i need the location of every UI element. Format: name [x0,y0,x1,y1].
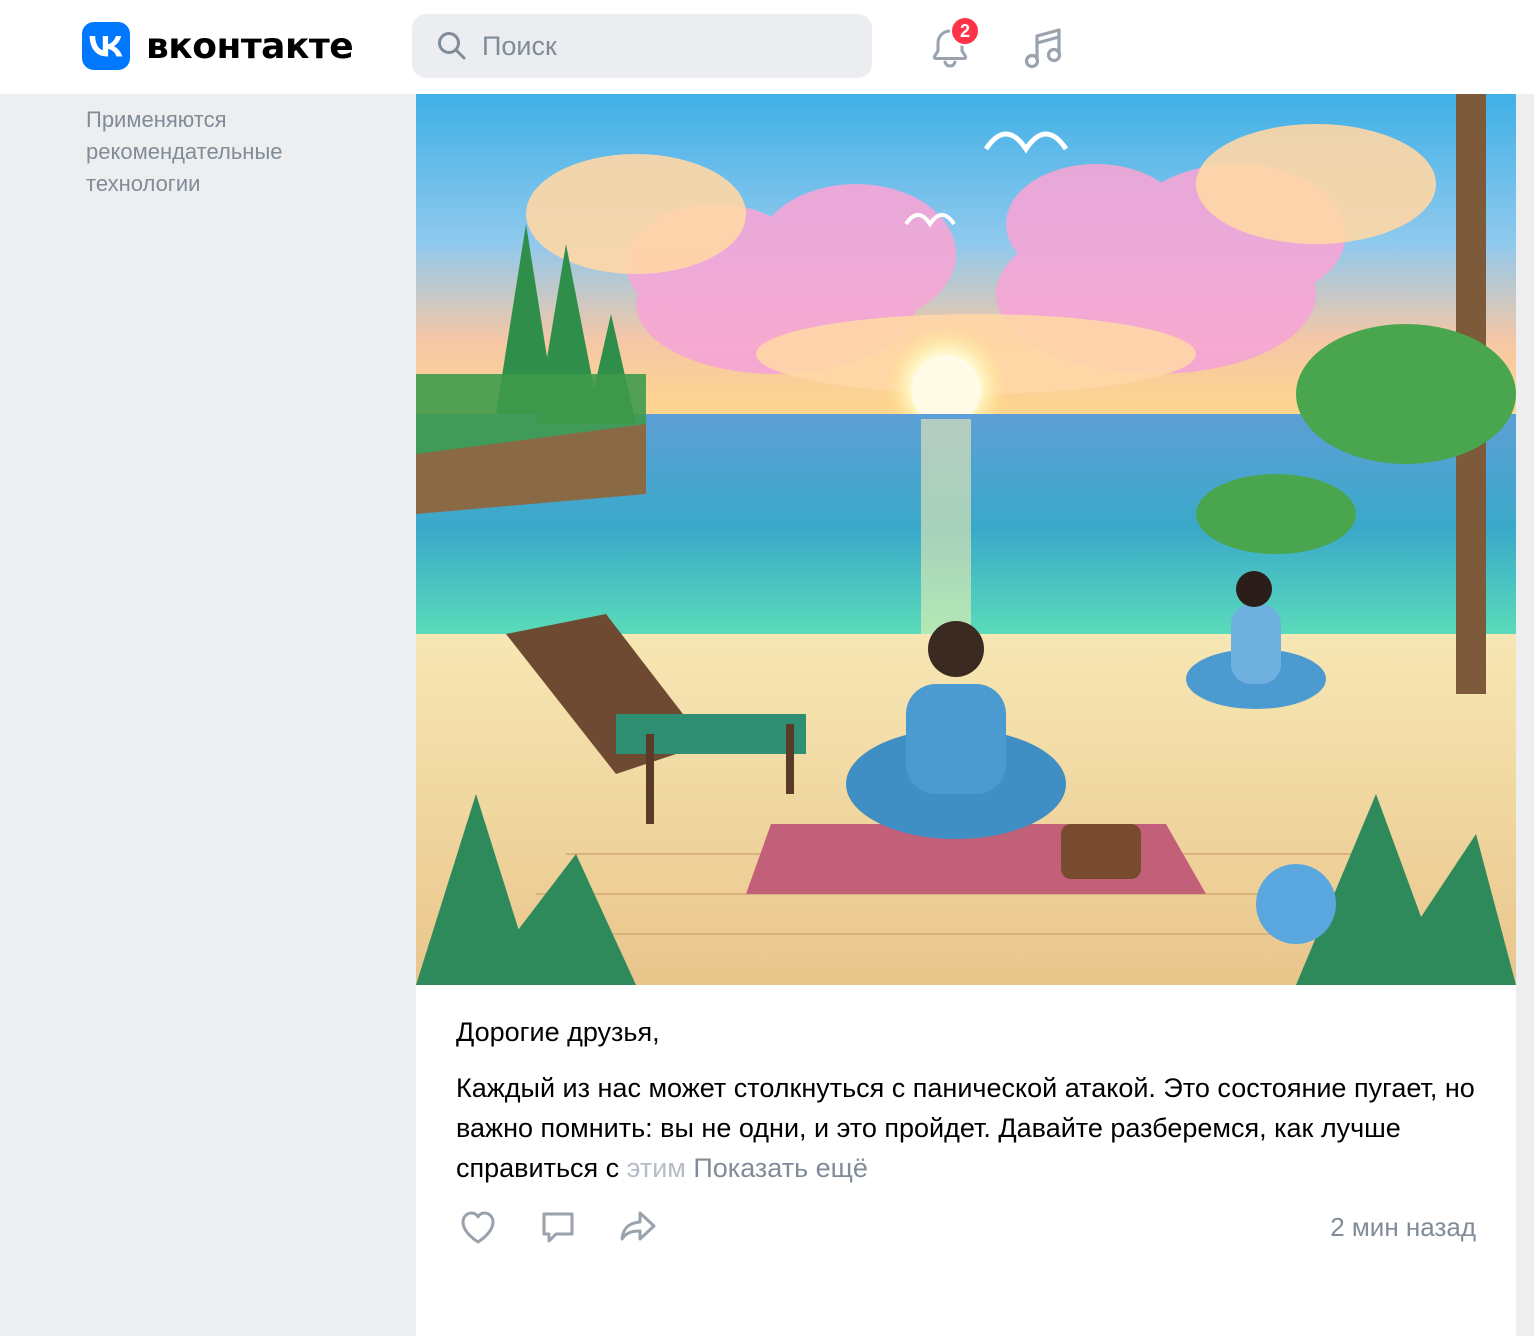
vk-logo-icon [82,22,130,70]
notification-badge: 2 [950,16,980,46]
like-button[interactable] [456,1204,504,1252]
share-icon [620,1211,656,1241]
post-body: Каждый из нас может столкнуться с паниче… [456,1068,1476,1188]
post-actions: 2 мин назад [456,1204,1476,1252]
search-icon [438,32,466,60]
feed-post: Дорогие друзья, Каждый из нас может стол… [416,94,1516,1336]
like-icon [461,1211,495,1244]
show-more-link[interactable]: Показать ещё [693,1153,868,1183]
music-icon[interactable] [1020,24,1068,72]
vk-logo[interactable]: вконтакте [82,22,354,70]
post-image[interactable] [416,94,1516,985]
comment-button[interactable] [536,1204,584,1252]
logo-text: вконтакте [146,25,354,67]
post-text: Дорогие друзья, Каждый из нас может стол… [456,1012,1476,1188]
comment-icon [542,1212,574,1243]
recommendation-note: Применяются рекомендательные технологии [86,107,283,196]
notifications-button[interactable]: 2 [924,16,980,72]
post-body-fade: этим [626,1153,686,1183]
top-header: вконтакте 2 [0,0,1534,94]
search-input[interactable] [482,30,842,62]
search-box[interactable] [412,14,872,78]
post-greeting: Дорогие друзья, [456,1017,660,1047]
post-body-text: Каждый из нас может столкнуться с паниче… [456,1073,1475,1183]
post-time: 2 мин назад [1330,1212,1476,1242]
share-button[interactable] [616,1204,664,1252]
